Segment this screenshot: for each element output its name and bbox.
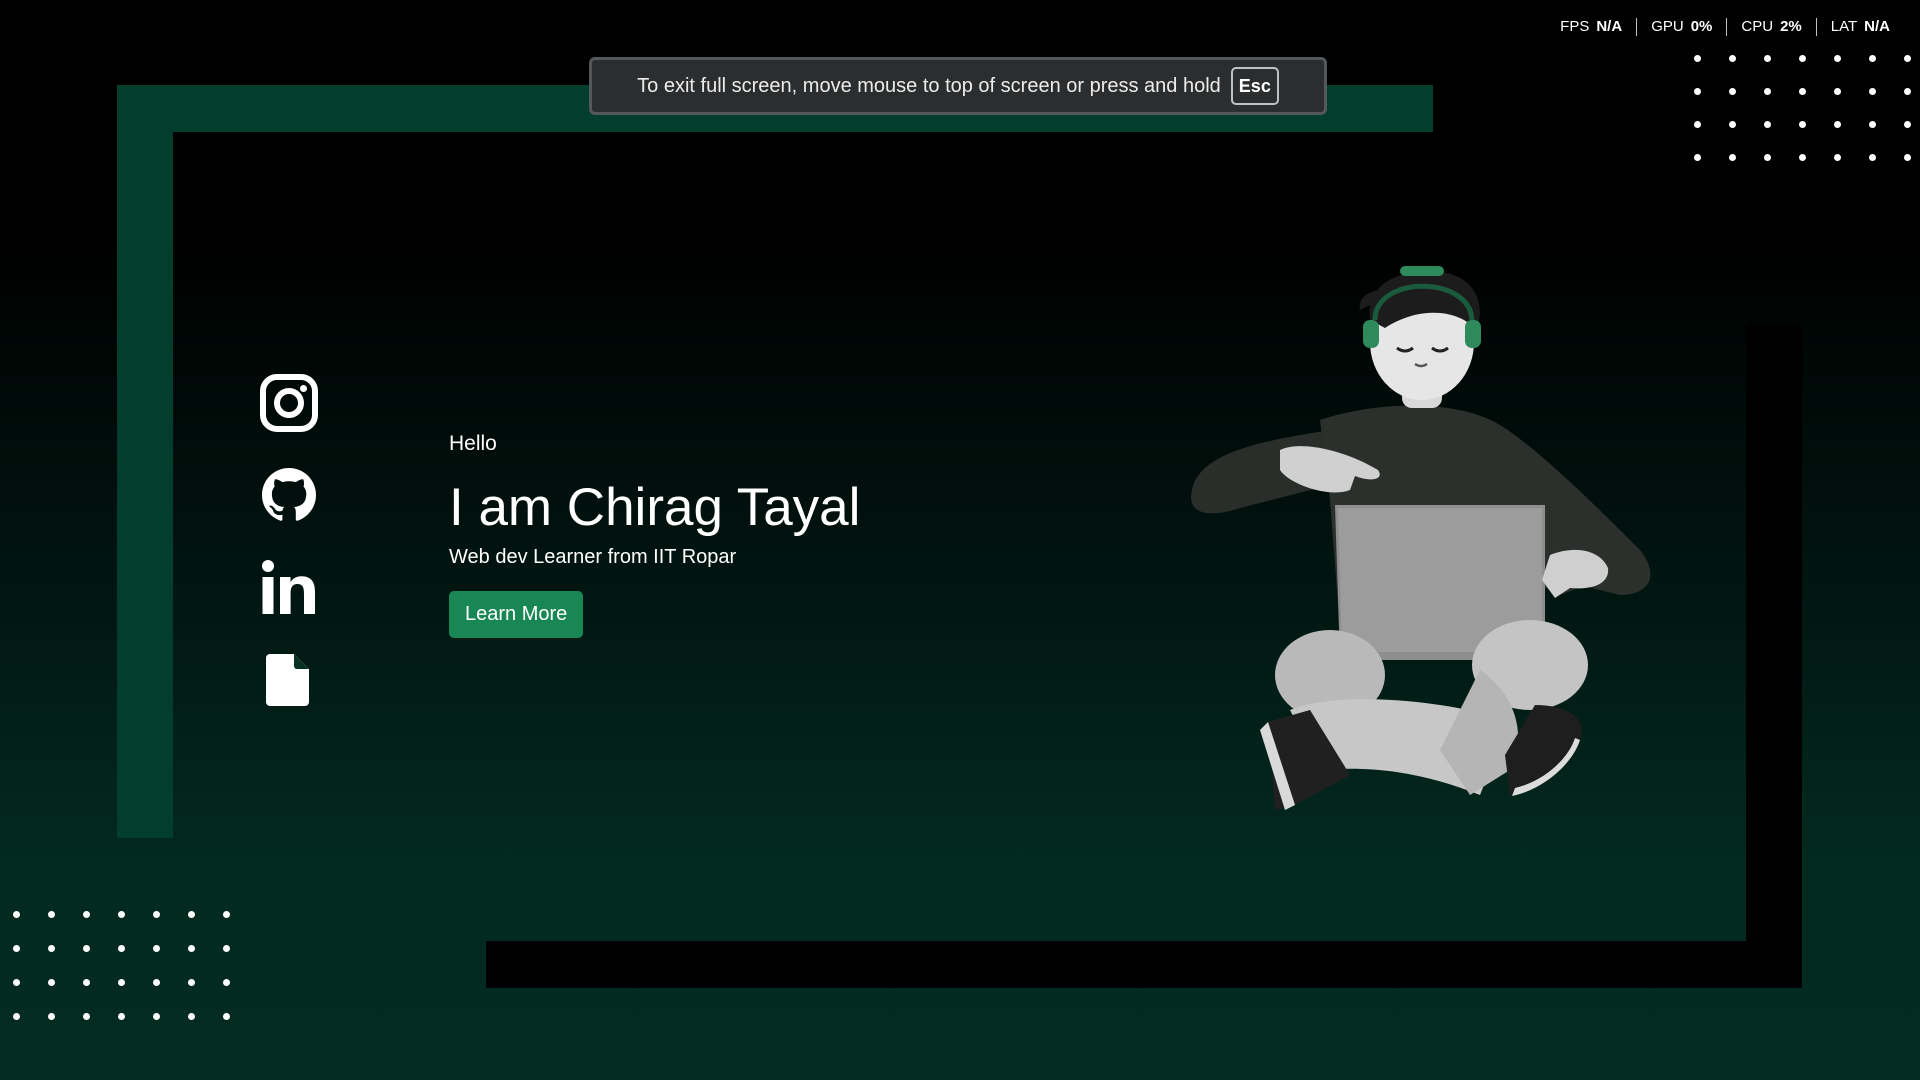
resume-link[interactable] <box>260 650 318 708</box>
perf-value: 0% <box>1690 18 1713 35</box>
hero-section: Hello I am Chirag Tayal Web dev Learner … <box>449 432 860 638</box>
decorative-dot <box>188 911 195 918</box>
decorative-dot <box>13 911 20 918</box>
decorative-dot <box>223 945 230 952</box>
decorative-dot <box>188 1013 195 1020</box>
decorative-dot <box>13 1013 20 1020</box>
decorative-dot <box>118 979 125 986</box>
instagram-link[interactable] <box>260 374 318 432</box>
github-icon <box>262 468 316 521</box>
decorative-dot <box>1729 121 1736 128</box>
decorative-dot <box>83 911 90 918</box>
performance-overlay: FPS N/A GPU 0% CPU 2% LAT N/A <box>1546 18 1904 36</box>
decorative-dot <box>48 1013 55 1020</box>
decorative-dot <box>83 979 90 986</box>
decorative-dot <box>153 1013 160 1020</box>
decorative-dot <box>1799 154 1806 161</box>
decorative-dot <box>1904 121 1911 128</box>
perf-label: FPS <box>1560 18 1590 35</box>
decorative-dot <box>1799 55 1806 62</box>
decorative-dot <box>1834 55 1841 62</box>
decorative-dot <box>83 1013 90 1020</box>
decorative-dot <box>83 945 90 952</box>
decorative-dot <box>188 979 195 986</box>
learn-more-button[interactable]: Learn More <box>449 590 584 638</box>
perf-fps: FPS N/A <box>1546 18 1636 36</box>
decorative-dot <box>223 979 230 986</box>
fullscreen-exit-notice: To exit full screen, move mouse to top o… <box>589 57 1327 115</box>
decorative-dot <box>48 911 55 918</box>
decorative-dot <box>1729 88 1736 95</box>
perf-label: GPU <box>1651 18 1684 35</box>
dot-grid-top-right <box>1694 55 1911 161</box>
decorative-dot <box>1694 88 1701 95</box>
perf-lat: LAT N/A <box>1815 18 1904 36</box>
decorative-dot <box>1869 88 1876 95</box>
decorative-dot <box>1764 121 1771 128</box>
decorative-dot <box>118 911 125 918</box>
decorative-dot <box>1834 121 1841 128</box>
perf-value: N/A <box>1864 18 1890 35</box>
decorative-dot <box>48 979 55 986</box>
decorative-dot <box>118 945 125 952</box>
perf-value: N/A <box>1596 18 1623 35</box>
decorative-dot <box>1729 154 1736 161</box>
file-icon <box>266 654 309 706</box>
decorative-dot <box>153 911 160 918</box>
decorative-dot <box>118 1013 125 1020</box>
decorative-dot <box>1904 88 1911 95</box>
fullscreen-notice-text: To exit full screen, move mouse to top o… <box>637 74 1221 97</box>
perf-label: CPU <box>1741 18 1774 35</box>
hero-title: I am Chirag Tayal <box>449 478 861 537</box>
decorative-dot <box>1764 154 1771 161</box>
github-link[interactable] <box>260 466 318 524</box>
decorative-dot <box>153 979 160 986</box>
perf-value: 2% <box>1780 18 1802 35</box>
hero-subtitle: Web dev Learner from IIT Ropar <box>449 545 737 568</box>
social-links <box>260 374 318 708</box>
decorative-frame-bottom <box>486 941 1802 988</box>
decorative-dot <box>1694 55 1701 62</box>
decorative-dot <box>1799 88 1806 95</box>
perf-cpu: CPU 2% <box>1726 18 1815 36</box>
decorative-dot <box>188 945 195 952</box>
decorative-dot <box>1904 154 1911 161</box>
character-illustration <box>1191 266 1651 810</box>
hero-greeting: Hello <box>449 432 497 455</box>
instagram-icon <box>260 374 318 432</box>
linkedin-link[interactable] <box>260 558 318 616</box>
perf-gpu: GPU 0% <box>1636 18 1726 36</box>
decorative-dot <box>223 1013 230 1020</box>
decorative-dot <box>153 945 160 952</box>
decorative-dot <box>223 911 230 918</box>
decorative-dot <box>1869 154 1876 161</box>
decorative-dot <box>1904 55 1911 62</box>
linkedin-icon <box>262 560 315 614</box>
decorative-frame-left <box>117 85 173 838</box>
decorative-dot <box>13 945 20 952</box>
decorative-frame-right <box>1746 325 1802 988</box>
decorative-dot <box>13 979 20 986</box>
decorative-dot <box>48 945 55 952</box>
decorative-dot <box>1869 121 1876 128</box>
decorative-dot <box>1799 121 1806 128</box>
decorative-dot <box>1694 121 1701 128</box>
decorative-dot <box>1764 55 1771 62</box>
decorative-dot <box>1764 88 1771 95</box>
esc-key-badge: Esc <box>1230 67 1279 105</box>
decorative-dot <box>1869 55 1876 62</box>
decorative-dot <box>1834 88 1841 95</box>
decorative-dot <box>1834 154 1841 161</box>
decorative-dot <box>1694 154 1701 161</box>
decorative-dot <box>1729 55 1736 62</box>
dot-grid-bottom-left <box>13 911 230 1020</box>
perf-label: LAT <box>1830 18 1858 35</box>
